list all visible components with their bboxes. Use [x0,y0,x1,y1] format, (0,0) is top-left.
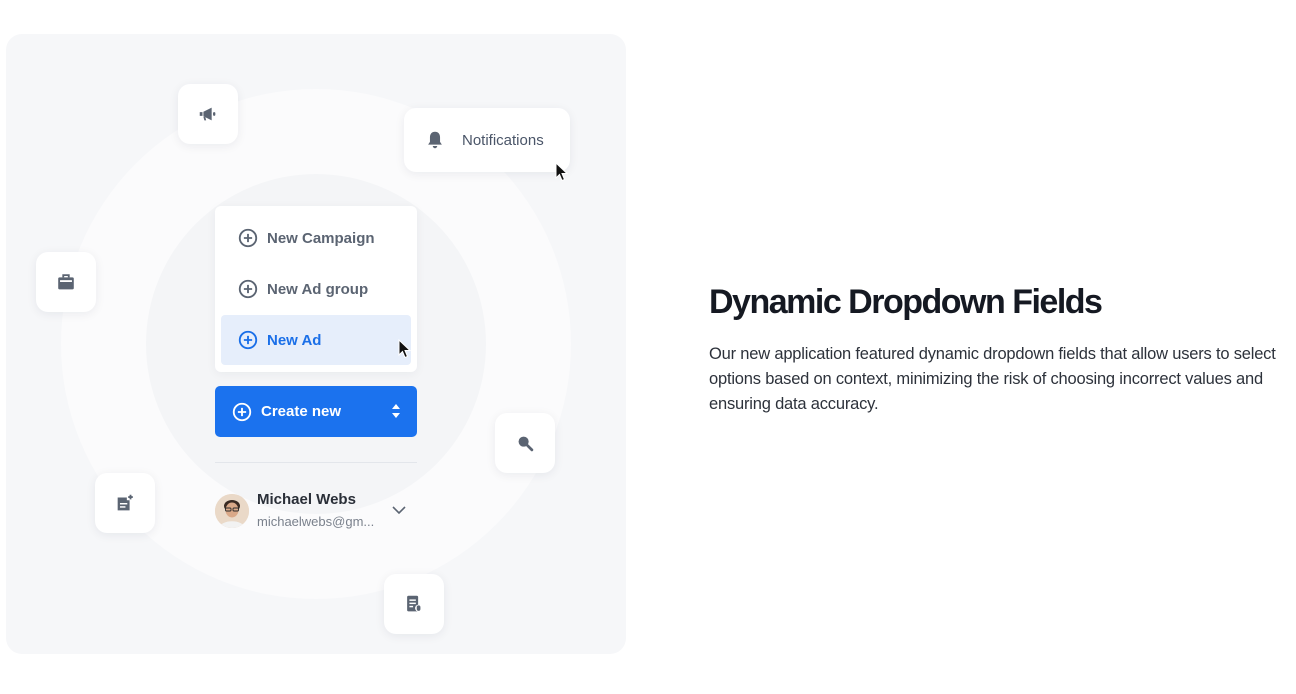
megaphone-icon [199,107,216,121]
menu-item-label: New Ad [267,331,322,349]
search-icon [518,436,534,452]
add-post-tile[interactable] [95,473,155,533]
feature-description: Our new application featured dynamic dro… [709,345,1276,413]
add-post-icon [117,494,133,511]
bell-icon [428,131,442,149]
menu-item-new-campaign[interactable]: New Campaign [221,213,411,263]
cursor-icon [555,162,569,182]
document-tile[interactable] [384,574,444,634]
user-email: michaelwebs@gm... [257,514,375,529]
feature-title: Dynamic Dropdown Fields [709,283,1103,321]
briefcase-icon [58,274,74,290]
menu-item-label: New Ad group [267,280,369,298]
chevron-down-icon[interactable] [391,504,407,516]
illustration-panel: Notifications New Campaign New Ad group … [6,34,626,654]
create-new-label: Create new [261,403,342,420]
plus-circle-icon [238,279,258,299]
megaphone-tile[interactable] [178,84,238,144]
plus-circle-icon [238,330,258,350]
briefcase-tile[interactable] [36,252,96,312]
menu-item-new-ad-group[interactable]: New Ad group [221,264,411,314]
notifications-label: Notifications [462,131,544,149]
user-name: Michael Webs [257,491,356,508]
divider [215,462,417,463]
page: Notifications New Campaign New Ad group … [0,0,1296,694]
avatar [215,494,249,528]
avatar-image [215,494,249,528]
plus-circle-icon [238,228,258,248]
sort-icon [392,404,400,418]
menu-item-label: New Campaign [267,229,375,247]
document-icon [407,595,423,612]
cursor-icon [398,339,412,359]
notifications-tile[interactable]: Notifications [404,108,570,172]
user-account-switcher[interactable]: Michael Webs michaelwebs@gm... [215,489,425,535]
plus-circle-icon [232,402,252,421]
create-new-button[interactable]: Create new [215,386,417,437]
create-dropdown-menu: New Campaign New Ad group New Ad [215,206,417,372]
menu-item-new-ad[interactable]: New Ad [221,315,411,365]
search-tile[interactable] [495,413,555,473]
